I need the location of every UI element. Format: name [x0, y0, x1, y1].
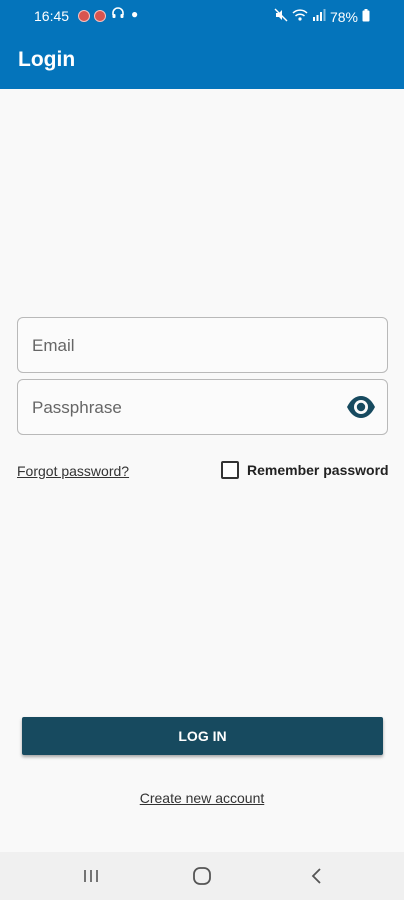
eye-icon[interactable]: [346, 395, 376, 419]
email-field[interactable]: [17, 317, 388, 374]
headphones-icon: [111, 6, 125, 23]
battery-icon: [362, 8, 370, 25]
status-time: 16:45: [34, 8, 70, 24]
back-icon[interactable]: [305, 864, 329, 888]
status-bar: 16:45 ● 78%: [0, 0, 404, 32]
login-button[interactable]: LOG IN: [22, 717, 383, 755]
battery-level: 78%: [329, 8, 358, 25]
passphrase-input[interactable]: [30, 380, 344, 436]
create-account-row: Create new account: [0, 790, 404, 806]
signal-icon: [312, 8, 326, 25]
remember-password-toggle[interactable]: Remember password: [221, 461, 389, 479]
system-nav-bar: [0, 852, 404, 900]
create-account-link[interactable]: Create new account: [140, 790, 265, 806]
notification-dot-icon: [94, 10, 106, 22]
remember-password-label: Remember password: [247, 462, 389, 478]
app-bar: Login: [0, 32, 404, 89]
home-icon[interactable]: [190, 864, 214, 888]
recent-apps-icon[interactable]: [79, 864, 103, 888]
wifi-icon: [292, 8, 308, 25]
passphrase-field[interactable]: [17, 379, 388, 436]
email-input[interactable]: [30, 318, 344, 374]
mute-icon: [274, 8, 288, 25]
page-title: Login: [18, 48, 76, 71]
forgot-password-link[interactable]: Forgot password?: [17, 463, 129, 479]
remember-password-checkbox[interactable]: [221, 461, 239, 479]
notification-dot-icon: [78, 10, 90, 22]
dot-icon: ●: [131, 7, 139, 21]
